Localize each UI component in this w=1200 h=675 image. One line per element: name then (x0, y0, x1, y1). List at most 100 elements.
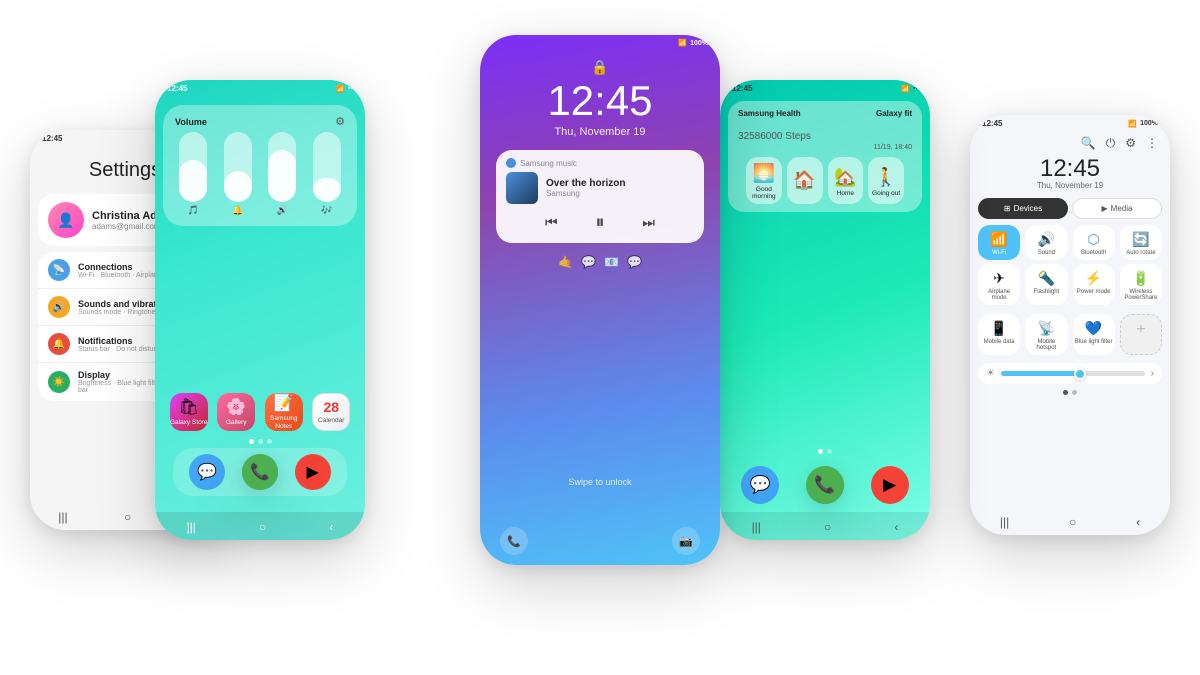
tab-media[interactable]: ▶ Media (1072, 198, 1162, 219)
nav-back-2[interactable]: ‹ (329, 520, 333, 534)
status-time-2: 12:45 (167, 84, 187, 93)
slider-call-icon: 🔊 (277, 205, 288, 216)
nav-back-4[interactable]: ‹ (894, 520, 898, 534)
slider-call[interactable]: 🔊 (268, 132, 296, 216)
going-out-icon: 🚶 (875, 167, 897, 188)
dot-2 (258, 439, 263, 444)
status-time-5: 12:45 (982, 119, 1002, 128)
app-icons-row: 🛍 Galaxy Store 🌸 Gallery 📝 Samsung Notes… (165, 393, 355, 431)
app-gallery[interactable]: 🌸 Gallery (217, 393, 255, 431)
qbtn-scene1[interactable]: 🏠 (787, 157, 823, 204)
tile-sound[interactable]: 🔊 Sound (1025, 225, 1067, 260)
hotspot-icon: 📡 (1038, 320, 1055, 337)
quick-tiles-row2: ✈ Airplane mode 🔦 Flashlight ⚡ Power mod… (978, 264, 1162, 305)
flashlight-icon: 🔦 (1038, 270, 1055, 287)
prev-button[interactable]: ⏮ (545, 214, 558, 231)
qbtn-home[interactable]: 🏡 Home (828, 157, 864, 204)
next-button[interactable]: ⏭ (642, 214, 655, 231)
dock-phone-4[interactable]: 📞 (806, 466, 844, 504)
app-galaxy-store-label: Galaxy Store (170, 419, 208, 427)
dock-msg-4[interactable]: 💬 (741, 466, 779, 504)
dock-msg-2[interactable]: 💬 (189, 454, 225, 490)
battery-3: 100% (690, 40, 708, 47)
app-samsung-notes-label: Samsung Notes (265, 415, 303, 431)
app-galaxy-store[interactable]: 🛍 Galaxy Store (170, 393, 208, 431)
status-time-1: 12:45 (42, 134, 62, 143)
dock-youtube-4[interactable]: ▶ (871, 466, 909, 504)
lock-icon: 🔒 (480, 51, 720, 80)
settings-icon-5[interactable]: ⚙ (1125, 136, 1136, 151)
tile-mobile-data[interactable]: 📱 Mobile data (978, 314, 1020, 355)
tile-wireless-share[interactable]: 🔋 Wireless PowerShare (1120, 264, 1162, 305)
nav-bar-4: ||| ○ ‹ (720, 512, 930, 540)
brightness-handle[interactable] (1074, 368, 1086, 380)
nav-home-4[interactable]: ○ (824, 520, 831, 534)
lock-bottom: 📞 📷 (480, 527, 720, 565)
dock-phone-2[interactable]: 📞 (242, 454, 278, 490)
status-bar-4: 12:45 📶 ▪▪ (720, 80, 930, 97)
nav-home-1[interactable]: ○ (124, 510, 131, 524)
brightness-row: ☀ › (978, 363, 1162, 384)
notif-tabs: ⊞ Devices ▶ Media (978, 198, 1162, 219)
home-icon: 🏡 (834, 167, 856, 188)
lock-camera-icon[interactable]: 📷 (672, 527, 700, 555)
lock-time: 12:45 (480, 80, 720, 122)
music-details: Over the horizon Samsung (546, 178, 694, 198)
brightness-expand-icon[interactable]: › (1151, 368, 1154, 379)
display-icon: ☀️ (48, 371, 70, 393)
app-gallery-label: Gallery (226, 419, 247, 427)
more-icon-5[interactable]: ⋮ (1146, 136, 1158, 151)
brightness-fill (1001, 371, 1080, 376)
nav-recent-1[interactable]: ||| (58, 510, 67, 524)
lock-phone-icon[interactable]: 📞 (500, 527, 528, 555)
volume-settings-icon[interactable]: ⚙ (335, 115, 345, 128)
tile-add[interactable]: + (1120, 314, 1162, 355)
tile-bluetooth[interactable]: ⬡ Bluetooth (1073, 225, 1115, 260)
blue-light-icon: 💙 (1085, 320, 1102, 337)
bottom-dock-2: 📞 💬 🌐 ▶ (173, 448, 347, 496)
tile-flashlight[interactable]: 🔦 Flashlight (1025, 264, 1067, 305)
slider-media[interactable]: 🎵 (179, 132, 207, 216)
dot-1 (249, 439, 254, 444)
app-calendar[interactable]: 28 Calendar (312, 393, 350, 431)
notif-date: Thu, November 19 (970, 181, 1170, 190)
dot-3 (267, 439, 272, 444)
tile-airplane[interactable]: ✈ Airplane mode (978, 264, 1020, 305)
power-icon-5[interactable]: ⏻ (1106, 136, 1116, 151)
dock-youtube-2[interactable]: ▶ (295, 454, 331, 490)
tile-blue-light[interactable]: 💙 Blue light filter (1073, 314, 1115, 355)
nav-back-5[interactable]: ‹ (1136, 515, 1140, 529)
brightness-bar[interactable] (1001, 371, 1145, 376)
nav-recent-2[interactable]: ||| (187, 520, 196, 534)
slider-ring[interactable]: 🔔 (224, 132, 252, 216)
nav-home-5[interactable]: ○ (1069, 515, 1076, 529)
nav-recent-5[interactable]: ||| (1000, 515, 1009, 529)
play-pause-button[interactable]: ⏸ (595, 212, 604, 233)
signal-2: 📶 (336, 85, 345, 93)
status-bar-2: 12:45 📶 ▪▪ (155, 80, 365, 97)
music-card: Samsung music Over the horizon Samsung ⏮… (496, 150, 704, 243)
signal-5: 📶 (1128, 120, 1137, 128)
qbtn-going-out[interactable]: 🚶 Going out (868, 157, 904, 204)
search-icon-5[interactable]: 🔍 (1081, 136, 1096, 151)
slider-ring-icon: 🔔 (232, 205, 243, 216)
health-device: Galaxy fit (876, 109, 912, 118)
slider-system[interactable]: 🎶 (313, 132, 341, 216)
tile-power-mode[interactable]: ⚡ Power mode (1073, 264, 1115, 305)
swipe-to-unlock[interactable]: Swipe to unlock (480, 477, 720, 487)
app-samsung-notes[interactable]: 📝 Samsung Notes (265, 393, 303, 431)
tile-auto-rotate[interactable]: 🔄 Auto rotate (1120, 225, 1162, 260)
tile-wifi[interactable]: 📶 Wi-Fi (978, 225, 1020, 260)
tab-devices[interactable]: ⊞ Devices (978, 198, 1068, 219)
notif-chat-icon: 💬 (627, 255, 642, 269)
dots-indicator-5 (970, 390, 1170, 395)
nav-home-2[interactable]: ○ (259, 520, 266, 534)
auto-rotate-icon: 🔄 (1132, 231, 1149, 248)
tile-hotspot[interactable]: 📡 Mobile hotspot (1025, 314, 1067, 355)
bluetooth-icon: ⬡ (1088, 231, 1100, 248)
nav-recent-4[interactable]: ||| (752, 520, 761, 534)
qbtn-good-morning[interactable]: 🌅 Good morning (746, 157, 782, 204)
battery-4: ▪▪ (913, 85, 918, 92)
sound-icon: 🔊 (1038, 231, 1055, 248)
lock-date: Thu, November 19 (480, 126, 720, 138)
